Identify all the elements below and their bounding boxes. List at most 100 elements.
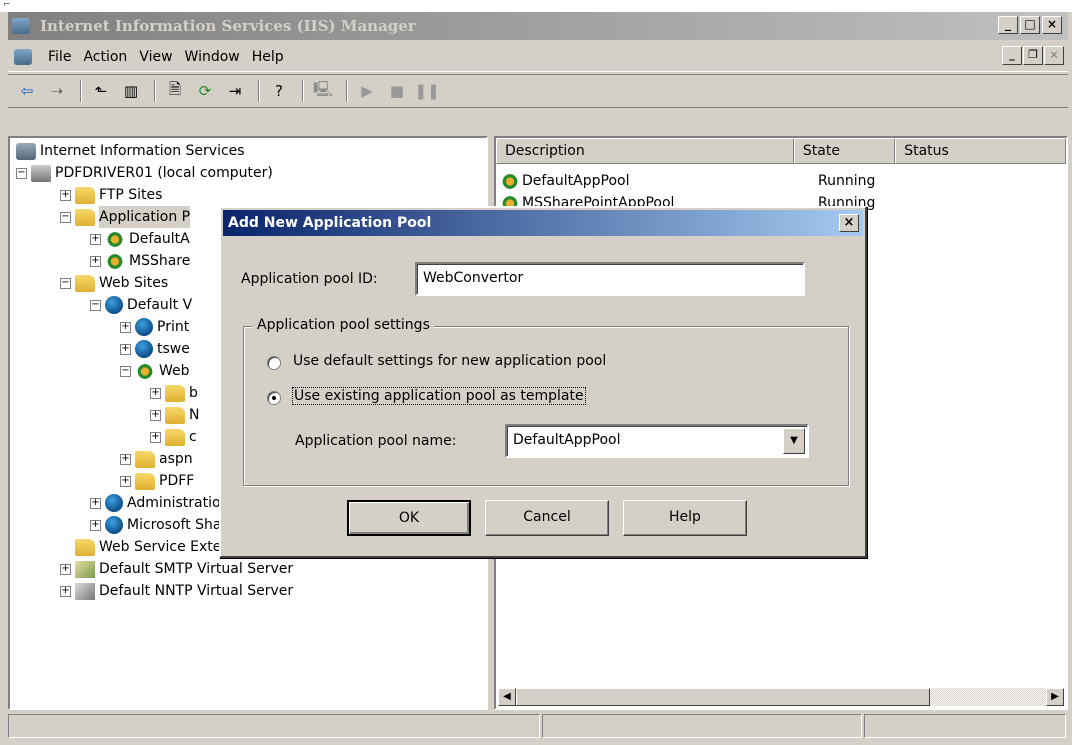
expand-icon[interactable]: +	[150, 387, 161, 399]
expand-icon[interactable]: +	[150, 431, 161, 443]
scroll-thumb[interactable]	[516, 688, 930, 706]
window-title: Internet Information Services (IIS) Mana…	[40, 17, 416, 35]
menu-view[interactable]: View	[139, 49, 172, 65]
help-icon[interactable]: ?	[266, 79, 292, 103]
scroll-right-icon[interactable]: ▶	[1046, 688, 1064, 706]
collapse-icon[interactable]: −	[16, 167, 27, 179]
tree-node-application-pools[interactable]: − Application P	[60, 206, 191, 228]
folder-icon	[165, 406, 185, 424]
mdi-close-button[interactable]: ×	[1044, 46, 1064, 65]
tree-node-tswe[interactable]: + tswe	[120, 338, 190, 360]
tree-node-computer[interactable]: − PDFDRIVER01 (local computer)	[16, 162, 273, 184]
tree-node-default-web-site[interactable]: − Default V	[90, 294, 192, 316]
radio-existing-template[interactable]	[267, 391, 281, 405]
folder-icon	[165, 384, 185, 402]
tree-node-printers[interactable]: + Print	[120, 316, 189, 338]
tree-label: DefaultA	[129, 231, 190, 247]
expand-icon[interactable]: +	[90, 497, 101, 509]
window-titlebar[interactable]: Internet Information Services (IIS) Mana…	[8, 12, 1068, 40]
horizontal-scrollbar[interactable]: ◀ ▶	[498, 688, 1064, 706]
minimize-button[interactable]: _	[998, 16, 1018, 34]
radio-existing-label[interactable]: Use existing application pool as templat…	[292, 387, 586, 405]
expand-icon[interactable]: +	[90, 255, 101, 267]
dialog-title: Add New Application Pool	[228, 215, 432, 231]
pool-id-input[interactable]: WebConvertor	[415, 262, 805, 296]
dialog-close-button[interactable]: ×	[839, 214, 859, 232]
dialog-titlebar[interactable]: Add New Application Pool ×	[223, 210, 863, 236]
mdi-restore-button[interactable]: ❐	[1023, 46, 1043, 65]
cancel-button[interactable]: Cancel	[485, 500, 609, 536]
tree-node-pdff[interactable]: + PDFF	[120, 470, 194, 492]
tree-node-web-sites[interactable]: − Web Sites	[60, 272, 168, 294]
up-folder-icon[interactable]: ⬑	[88, 79, 114, 103]
scroll-left-icon[interactable]: ◀	[498, 688, 516, 706]
expand-icon[interactable]: +	[90, 233, 101, 245]
tree-node-n[interactable]: + N	[150, 404, 199, 426]
expand-icon[interactable]: +	[120, 475, 131, 487]
list-row-defaultapppool[interactable]: DefaultAppPool Running	[500, 170, 1060, 192]
expand-icon[interactable]: +	[60, 585, 71, 597]
tree-node-iis-root[interactable]: Internet Information Services	[16, 140, 245, 162]
menu-action[interactable]: Action	[83, 49, 127, 65]
iis-manager-window: ⌐ Internet Information Services (IIS) Ma…	[0, 0, 1072, 745]
tree-node-ftp-sites[interactable]: + FTP Sites	[60, 184, 162, 206]
expand-icon[interactable]: +	[90, 519, 101, 531]
show-tree-icon[interactable]: ▥	[118, 79, 144, 103]
expand-icon[interactable]: +	[120, 453, 131, 465]
properties-icon[interactable]: 🗎	[162, 79, 188, 103]
app-pool-icon	[105, 252, 125, 270]
collapse-icon[interactable]: −	[120, 365, 131, 377]
collapse-icon[interactable]: −	[60, 277, 71, 289]
tree-label: tswe	[157, 341, 190, 357]
stop-icon[interactable]: ■	[384, 79, 410, 103]
scroll-track[interactable]	[930, 688, 1046, 706]
tree-node-defaultapppool[interactable]: + DefaultA	[90, 228, 190, 250]
ok-button[interactable]: OK	[347, 500, 471, 536]
collapse-icon[interactable]: −	[90, 299, 101, 311]
menu-file[interactable]: File	[48, 49, 71, 65]
folder-icon	[135, 450, 155, 468]
tree-node-c[interactable]: + c	[150, 426, 197, 448]
radio-default-label[interactable]: Use default settings for new application…	[293, 353, 606, 369]
iis-root-icon	[16, 142, 36, 160]
mdi-minimize-button[interactable]: _	[1002, 46, 1022, 65]
tree-label: Internet Information Services	[40, 143, 245, 159]
refresh-icon[interactable]: ⟳	[192, 79, 218, 103]
chevron-down-icon[interactable]: ▼	[783, 428, 805, 454]
expand-icon[interactable]: +	[150, 409, 161, 421]
expand-icon[interactable]: +	[120, 343, 131, 355]
tree-node-web[interactable]: − Web	[120, 360, 190, 382]
menu-help[interactable]: Help	[252, 49, 284, 65]
iis-app-icon	[12, 18, 30, 34]
tree-node-nntp[interactable]: + Default NNTP Virtual Server	[60, 580, 293, 602]
collapse-icon[interactable]: −	[60, 211, 71, 223]
start-icon[interactable]: ▶	[354, 79, 380, 103]
tree-node-aspnet[interactable]: + aspn	[120, 448, 193, 470]
menu-window[interactable]: Window	[185, 49, 240, 65]
column-header-state[interactable]: State	[793, 138, 896, 164]
expand-icon[interactable]: +	[60, 189, 71, 201]
pool-name-select[interactable]: DefaultAppPool ▼	[505, 424, 809, 458]
column-header-status[interactable]: Status	[895, 138, 1066, 164]
tree-label: b	[189, 385, 198, 401]
tree-node-smtp[interactable]: + Default SMTP Virtual Server	[60, 558, 293, 580]
toolbar-separator	[302, 80, 304, 102]
help-button[interactable]: Help	[623, 500, 747, 536]
tree-node-b[interactable]: + b	[150, 382, 198, 404]
tree-node-msshare[interactable]: + MSShare	[90, 250, 190, 272]
expand-icon[interactable]: +	[120, 321, 131, 333]
column-header-description[interactable]: Description	[496, 138, 794, 164]
tree-label: Print	[157, 319, 190, 335]
forward-arrow-icon[interactable]: ➝	[44, 79, 70, 103]
close-button[interactable]: ×	[1042, 16, 1062, 34]
pause-icon[interactable]: ❚❚	[414, 79, 440, 103]
maximize-button[interactable]: □	[1020, 16, 1040, 34]
back-arrow-icon[interactable]: ⇦	[14, 79, 40, 103]
export-list-icon[interactable]: ⇥	[222, 79, 248, 103]
radio-default-settings[interactable]	[267, 356, 281, 370]
website-globe-icon	[105, 494, 123, 512]
expand-icon[interactable]: +	[60, 563, 71, 575]
tree-label: Application P	[99, 206, 191, 228]
computer-icon[interactable]: 🖳	[310, 79, 336, 103]
tree-node-administration[interactable]: + Administration	[90, 492, 229, 514]
